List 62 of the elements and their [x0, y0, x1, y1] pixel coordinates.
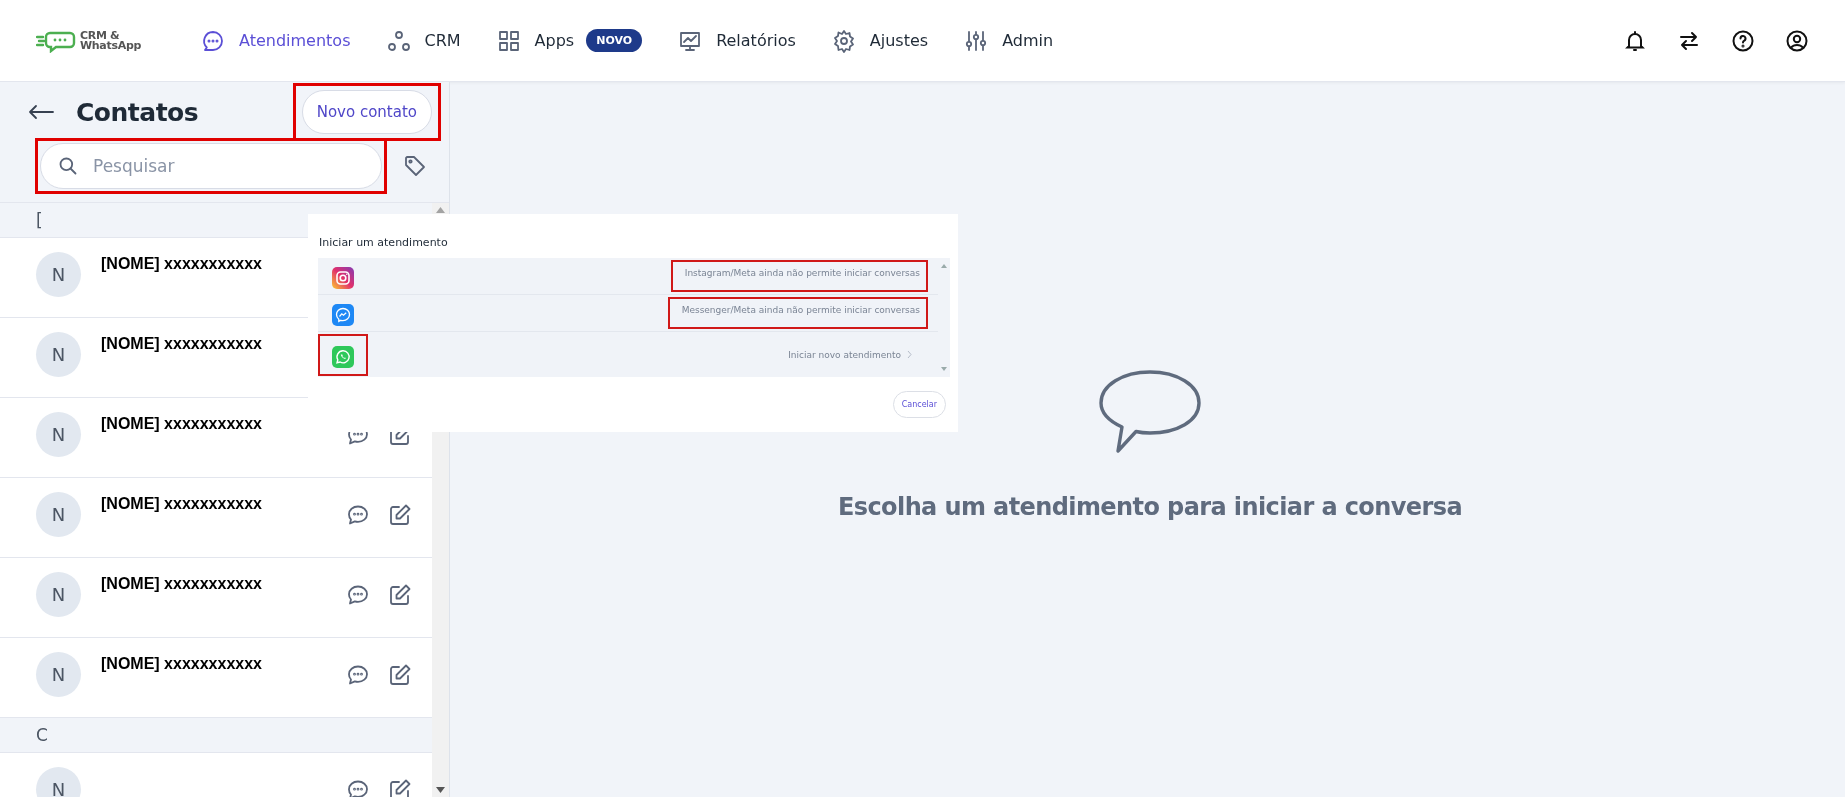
contact-name: [NOME] xxxxxxxxxxx	[101, 655, 262, 673]
contact-row[interactable]: N [NOME] xxxxxxxxxxx	[0, 478, 432, 558]
avatar: N	[36, 652, 81, 697]
logo-text: WhatsApp	[80, 40, 142, 51]
contact-name: [NOME] xxxxxxxxxxx	[101, 575, 262, 593]
empty-state-message: Escolha um atendimento para iniciar a conversa	[838, 492, 1462, 521]
contact-name: [NOME] xxxxxxxxxxx	[101, 495, 262, 513]
cancel-button[interactable]: Cancelar	[892, 391, 946, 418]
channel-row[interactable]: Instagram/Meta ainda não permite iniciar conversas	[318, 258, 938, 295]
avatar: N	[36, 252, 81, 297]
channel-row[interactable]: Messenger/Meta ainda não permite iniciar conversas	[318, 295, 938, 332]
help-icon[interactable]	[1731, 28, 1755, 53]
nav-tab[interactable]: Ajustes	[831, 28, 929, 53]
contact-name: [NOME] xxxxxxxxxxx	[101, 415, 262, 433]
back-arrow-icon[interactable]	[28, 104, 54, 120]
avatar: N	[36, 767, 81, 797]
avatar: N	[36, 492, 81, 537]
contact-row[interactable]: N [NOME] xxxxxxxxxxx	[0, 558, 432, 638]
circles-icon	[386, 28, 411, 53]
instagram-icon	[332, 267, 354, 289]
grid-icon	[496, 28, 521, 53]
nav-tab[interactable]: Apps NOVO	[496, 28, 643, 53]
new-contact-button[interactable]: Novo contato	[301, 90, 432, 134]
search-field[interactable]: Pesquisar	[40, 143, 382, 189]
chat-bubble-icon[interactable]	[346, 663, 370, 687]
contact-name: [NOME] xxxxxxxxxxx	[101, 255, 262, 273]
avatar: N	[36, 572, 81, 617]
contact-row[interactable]: N	[0, 753, 432, 797]
nav-tab[interactable]: Admin	[964, 28, 1054, 53]
chevron-right-icon	[907, 350, 912, 359]
nav-tab[interactable]: Relatórios	[678, 28, 796, 53]
start-chat-link[interactable]: Iniciar novo atendimento	[782, 349, 918, 360]
chat-bubble-icon	[201, 28, 225, 53]
edit-icon[interactable]	[388, 663, 412, 687]
tag-icon[interactable]	[403, 154, 427, 178]
panel-title: Contatos	[76, 97, 199, 127]
chat-bubble-icon[interactable]	[346, 778, 370, 797]
sliders-icon	[964, 28, 989, 53]
contact-name: [NOME] xxxxxxxxxxx	[101, 335, 262, 353]
user-account-icon[interactable]	[1785, 28, 1809, 53]
settings-icon	[831, 28, 856, 53]
whatsapp-icon	[332, 345, 354, 368]
section-letter: [	[36, 210, 43, 230]
section-letter: C	[36, 725, 48, 745]
speech-bubble-icon	[1098, 368, 1202, 455]
avatar: N	[36, 412, 81, 457]
edit-icon[interactable]	[388, 583, 412, 607]
edit-icon[interactable]	[388, 503, 412, 527]
scroll-down-icon[interactable]	[436, 787, 445, 793]
contact-row[interactable]: N [NOME] xxxxxxxxxxx	[0, 638, 432, 718]
new-badge: NOVO	[586, 29, 643, 52]
chat-bubble-icon[interactable]	[346, 583, 370, 607]
chat-bubble-icon[interactable]	[346, 503, 370, 527]
avatar: N	[36, 332, 81, 377]
nav-tab[interactable]: CRM	[386, 28, 461, 53]
messenger-icon	[332, 304, 354, 326]
edit-icon[interactable]	[388, 778, 412, 797]
channel-note: Instagram/Meta ainda não permite iniciar conversas	[670, 260, 928, 292]
nav-tab[interactable]: Atendimentos	[201, 28, 351, 53]
logo-text: CRM &	[80, 30, 120, 41]
bell-icon[interactable]	[1623, 28, 1647, 53]
channel-note: Messenger/Meta ainda não permite iniciar conversas	[667, 297, 928, 329]
